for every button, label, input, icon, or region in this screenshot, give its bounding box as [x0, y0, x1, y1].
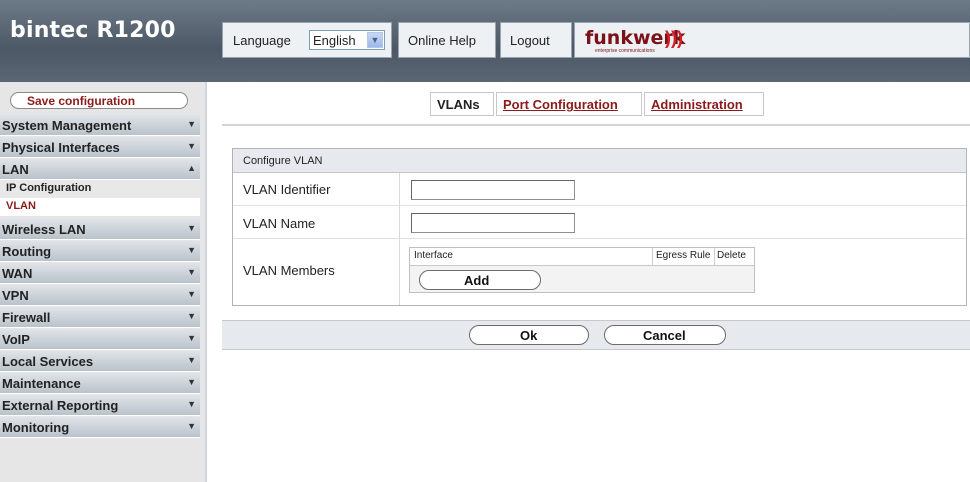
sidebar-item-label: VPN — [2, 288, 29, 303]
sidebar-item-monitoring[interactable]: Monitoring ▼ — [0, 417, 200, 438]
logout-label: Logout — [510, 33, 550, 48]
logo-subtitle: enterprise communications — [595, 48, 655, 54]
section-title: Configure VLAN — [243, 155, 323, 167]
sidebar-item-external-reporting[interactable]: External Reporting ▼ — [0, 395, 200, 416]
column-divider — [399, 206, 400, 238]
action-bar: Ok Cancel — [222, 320, 970, 350]
tab-label: Port Configuration — [503, 97, 618, 112]
sidebar: Save configuration System Management ▼ P… — [0, 82, 207, 482]
chevron-down-icon: ▼ — [187, 421, 196, 431]
save-configuration-button[interactable]: Save configuration — [10, 92, 188, 109]
sidebar-item-system-management[interactable]: System Management ▼ — [0, 115, 200, 136]
column-header-delete: Delete — [717, 250, 746, 261]
sidebar-item-label: System Management — [2, 118, 132, 133]
chevron-down-icon: ▼ — [187, 289, 196, 299]
sidebar-item-vpn[interactable]: VPN ▼ — [0, 285, 200, 306]
configure-vlan-form: Configure VLAN VLAN Identifier VLAN Name… — [232, 148, 967, 306]
column-divider — [714, 248, 715, 265]
chevron-down-icon: ▼ — [187, 333, 196, 343]
chevron-down-icon: ▼ — [187, 223, 196, 233]
sidebar-subitem-label: VLAN — [6, 200, 36, 212]
chevron-down-icon: ▼ — [187, 141, 196, 151]
sidebar-item-local-services[interactable]: Local Services ▼ — [0, 351, 200, 372]
cancel-button[interactable]: Cancel — [604, 325, 726, 345]
ok-label: Ok — [520, 328, 538, 343]
sidebar-item-label: LAN — [2, 162, 29, 177]
save-configuration-label: Save configuration — [27, 94, 136, 108]
tab-label: VLANs — [437, 97, 480, 112]
tab-port-configuration[interactable]: Port Configuration — [496, 92, 642, 116]
chevron-down-icon: ▼ — [187, 399, 196, 409]
vlan-members-table: Interface Egress Rule Delete Add — [409, 247, 755, 293]
sidebar-item-label: WAN — [2, 266, 33, 281]
language-selector-box: Language English ▼ — [222, 22, 392, 58]
sidebar-item-label: Routing — [2, 244, 52, 259]
brand: bintec R1200 — [0, 0, 205, 82]
column-divider — [399, 239, 400, 305]
sidebar-item-label: Firewall — [2, 310, 51, 325]
column-divider — [652, 248, 653, 265]
ok-button[interactable]: Ok — [469, 325, 589, 345]
sidebar-item-label: Physical Interfaces — [2, 140, 120, 155]
sidebar-item-physical-interfaces[interactable]: Physical Interfaces ▼ — [0, 137, 200, 158]
column-header-interface: Interface — [414, 250, 453, 261]
sidebar-subitem-vlan[interactable]: VLAN — [0, 198, 200, 216]
chevron-down-icon: ▼ — [187, 311, 196, 321]
chevron-down-icon: ▼ — [187, 377, 196, 387]
chevron-up-icon: ▲ — [187, 163, 196, 173]
sidebar-item-maintenance[interactable]: Maintenance ▼ — [0, 373, 200, 394]
sidebar-subitem-ip-configuration[interactable]: IP Configuration — [0, 180, 200, 198]
chevron-down-icon: ▼ — [187, 355, 196, 365]
sidebar-item-routing[interactable]: Routing ▼ — [0, 241, 200, 262]
sidebar-item-label: VoIP — [2, 332, 30, 347]
language-label: Language — [233, 33, 291, 48]
sidebar-item-label: Local Services — [2, 354, 94, 369]
vlan-identifier-row: VLAN Identifier — [233, 173, 966, 206]
chevron-down-icon: ▼ — [187, 267, 196, 277]
cancel-label: Cancel — [643, 328, 686, 343]
column-header-egress-rule: Egress Rule — [656, 250, 711, 261]
add-member-button[interactable]: Add — [419, 270, 541, 290]
sidebar-item-wan[interactable]: WAN ▼ — [0, 263, 200, 284]
product-title: bintec R1200 — [10, 18, 176, 43]
section-header: Configure VLAN — [233, 149, 966, 173]
language-value: English — [313, 33, 356, 48]
sidebar-subitem-label: IP Configuration — [6, 182, 92, 194]
chevron-down-icon: ▼ — [187, 119, 196, 129]
vlan-identifier-label: VLAN Identifier — [243, 182, 331, 197]
sidebar-item-label: External Reporting — [2, 398, 119, 413]
tab-administration[interactable]: Administration — [644, 92, 764, 116]
sidebar-item-label: Wireless LAN — [2, 222, 86, 237]
vlan-members-label: VLAN Members — [243, 263, 335, 278]
sidebar-item-label: Maintenance — [2, 376, 81, 391]
chevron-down-icon[interactable]: ▼ — [367, 32, 383, 48]
header-bar: bintec R1200 Language English ▼ Online H… — [0, 0, 970, 82]
sidebar-item-firewall[interactable]: Firewall ▼ — [0, 307, 200, 328]
vlan-identifier-input[interactable] — [411, 180, 575, 200]
logo-waves-icon: ))) — [665, 28, 683, 48]
sidebar-item-voip[interactable]: VoIP ▼ — [0, 329, 200, 350]
divider — [222, 124, 970, 126]
vlan-members-row: VLAN Members Interface Egress Rule Delet… — [233, 239, 966, 305]
sidebar-item-label: Monitoring — [2, 420, 70, 435]
funkwerk-logo: funkwerk ))) enterprise communications — [574, 22, 970, 58]
sidebar-item-wireless-lan[interactable]: Wireless LAN ▼ — [0, 219, 200, 240]
logout-button[interactable]: Logout — [500, 22, 572, 58]
vlan-name-input[interactable] — [411, 213, 575, 233]
tab-vlans[interactable]: VLANs — [430, 92, 494, 116]
sidebar-item-lan[interactable]: LAN ▲ — [0, 159, 200, 180]
table-header: Interface Egress Rule Delete — [410, 248, 754, 266]
vlan-name-row: VLAN Name — [233, 206, 966, 239]
online-help-button[interactable]: Online Help — [398, 22, 496, 58]
column-divider — [399, 173, 400, 205]
tab-label: Administration — [651, 97, 743, 112]
chevron-down-icon: ▼ — [187, 245, 196, 255]
add-label: Add — [464, 273, 490, 288]
online-help-label: Online Help — [408, 33, 476, 48]
language-select[interactable]: English ▼ — [309, 30, 385, 50]
vlan-name-label: VLAN Name — [243, 216, 316, 231]
